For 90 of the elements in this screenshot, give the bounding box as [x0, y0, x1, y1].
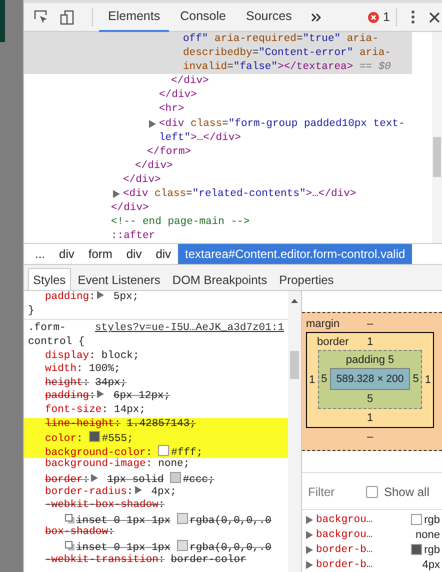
panel-tab[interactable]: Console [171, 2, 235, 32]
sidebar-tab[interactable]: Styles [28, 268, 71, 290]
padding-left-value: 5 [321, 373, 328, 385]
margin-label: margin [306, 318, 340, 330]
sidebar-tab[interactable]: Properties [274, 268, 339, 290]
css-declaration[interactable]: height: 34px; [45, 376, 127, 389]
breadcrumb-item[interactable]: form [81, 244, 120, 264]
scroll-up-icon[interactable] [291, 299, 298, 303]
dom-node-line[interactable]: </div> [171, 74, 412, 88]
more-tabs-icon[interactable] [310, 12, 321, 22]
color-swatch[interactable] [170, 472, 181, 484]
sidebar-tab[interactable]: DOM Breakpoints [167, 268, 272, 290]
border-bottom-value: 1 [366, 412, 374, 424]
css-declaration[interactable]: -webkit-transition: border-color [45, 554, 246, 566]
menu-icon[interactable] [411, 10, 415, 24]
page-header-block [0, 0, 5, 42]
border-top-value: 1 [366, 336, 374, 348]
padding-label: padding [346, 354, 386, 366]
breadcrumb-item[interactable]: div [119, 244, 149, 264]
dom-node-line[interactable]: </div> [111, 201, 412, 216]
scrollbar[interactable] [288, 291, 301, 572]
dom-node-line[interactable]: </div> [123, 172, 412, 188]
expand-arrow-icon[interactable] [91, 474, 98, 482]
color-swatch[interactable] [176, 512, 188, 524]
breadcrumb-item[interactable]: ... [28, 244, 52, 264]
inspect-icon[interactable] [34, 10, 48, 24]
computed-property-name: border-b… [316, 544, 373, 556]
css-declaration[interactable]: display: block; [45, 350, 140, 362]
css-selector: .form-control { [28, 322, 86, 350]
computed-property-name: border-b… [316, 558, 373, 570]
css-declaration[interactable]: padding: 5px; [45, 291, 139, 303]
scrollbar-thumb[interactable] [290, 351, 299, 379]
css-declaration[interactable]: inset 0 1px 1px rgba(0,0,0,.0 [65, 514, 272, 527]
dom-node-line[interactable]: </div> [135, 158, 412, 173]
padding-top-value: 5 [388, 354, 394, 366]
expand-arrow-icon[interactable] [135, 486, 142, 494]
css-declaration[interactable]: box-shadow: [45, 526, 114, 538]
padding-right-value: 5 [412, 373, 419, 385]
breadcrumb-item[interactable]: textarea#Content.editor.form-control.valid [178, 244, 412, 264]
color-swatch[interactable] [158, 444, 170, 456]
computed-property-value: rgb [424, 514, 440, 526]
expand-arrow-icon[interactable] [97, 390, 104, 398]
error-icon[interactable] [368, 12, 380, 22]
border-label: border [317, 336, 349, 348]
dom-node-line[interactable]: <div class="form-group padded10px text-left">…</div> [159, 116, 412, 145]
dom-node-line[interactable]: </div> [159, 88, 412, 102]
scrollbar[interactable] [432, 32, 442, 243]
breadcrumb-item[interactable]: div [52, 244, 82, 264]
css-declaration[interactable]: border: 1px solid #ccc; [45, 474, 214, 486]
scrollbar-thumb[interactable] [433, 137, 441, 177]
color-swatch[interactable] [176, 540, 188, 552]
expand-arrow-icon[interactable] [97, 291, 104, 299]
computed-property-value: rgb [424, 544, 440, 556]
css-declaration[interactable]: font-size: 14px; [45, 404, 146, 416]
shadow-editor-icon[interactable] [65, 514, 75, 524]
dom-node-line[interactable]: <hr> [159, 102, 412, 117]
css-declaration[interactable]: border-radius: 4px; [45, 486, 176, 498]
computed-property-value: 4px [422, 558, 440, 570]
dom-node-line[interactable]: <div class="related-contents">…</div> [123, 187, 412, 202]
dom-node-line[interactable]: <!-- end page-main --> [111, 215, 412, 230]
css-declaration[interactable]: inset 0 1px 1px rgba(0,0,0,.0 [65, 542, 272, 554]
color-swatch[interactable] [88, 431, 100, 442]
device-icon[interactable] [60, 10, 74, 24]
margin-bottom-value: – [366, 431, 374, 443]
error-count[interactable]: 1 [383, 10, 390, 24]
rule-closing-brace: } [28, 304, 34, 317]
css-declaration[interactable]: -webkit-box-shadow: [45, 499, 165, 512]
css-declaration[interactable]: width: 100%; [45, 363, 120, 376]
computed-property-name: backgrou… [316, 514, 373, 526]
css-declaration[interactable]: padding: 6px 12px; [45, 390, 170, 402]
computed-property-name: backgrou… [316, 528, 373, 540]
computed-property-value: none [416, 528, 440, 540]
panel-tab[interactable]: Sources [236, 2, 301, 32]
dom-node-line[interactable]: ::after [111, 229, 412, 243]
padding-bottom-value: 5 [366, 393, 374, 405]
css-declaration[interactable]: background-image: none; [45, 458, 190, 470]
border-left-value: 1 [309, 374, 316, 386]
border-right-value: 1 [424, 374, 431, 386]
margin-top-value: – [366, 318, 374, 330]
expand-arrow-icon[interactable] [113, 190, 120, 198]
close-icon[interactable] [429, 12, 440, 22]
expand-arrow-icon[interactable] [149, 120, 156, 128]
checkbox[interactable] [366, 486, 378, 498]
breadcrumb-item[interactable]: div [148, 244, 178, 264]
stylesheet-link[interactable]: styles?v=ue-I5U…AeJK_a3d7z01:1 [94, 322, 284, 336]
sidebar-tab[interactable]: Event Listeners [72, 268, 166, 290]
show-all-label[interactable]: Show all [384, 485, 430, 499]
dom-node-line[interactable]: </form> [147, 144, 412, 159]
content-box: 589.328 × 200 [330, 368, 410, 390]
shadow-editor-icon[interactable] [65, 541, 75, 552]
